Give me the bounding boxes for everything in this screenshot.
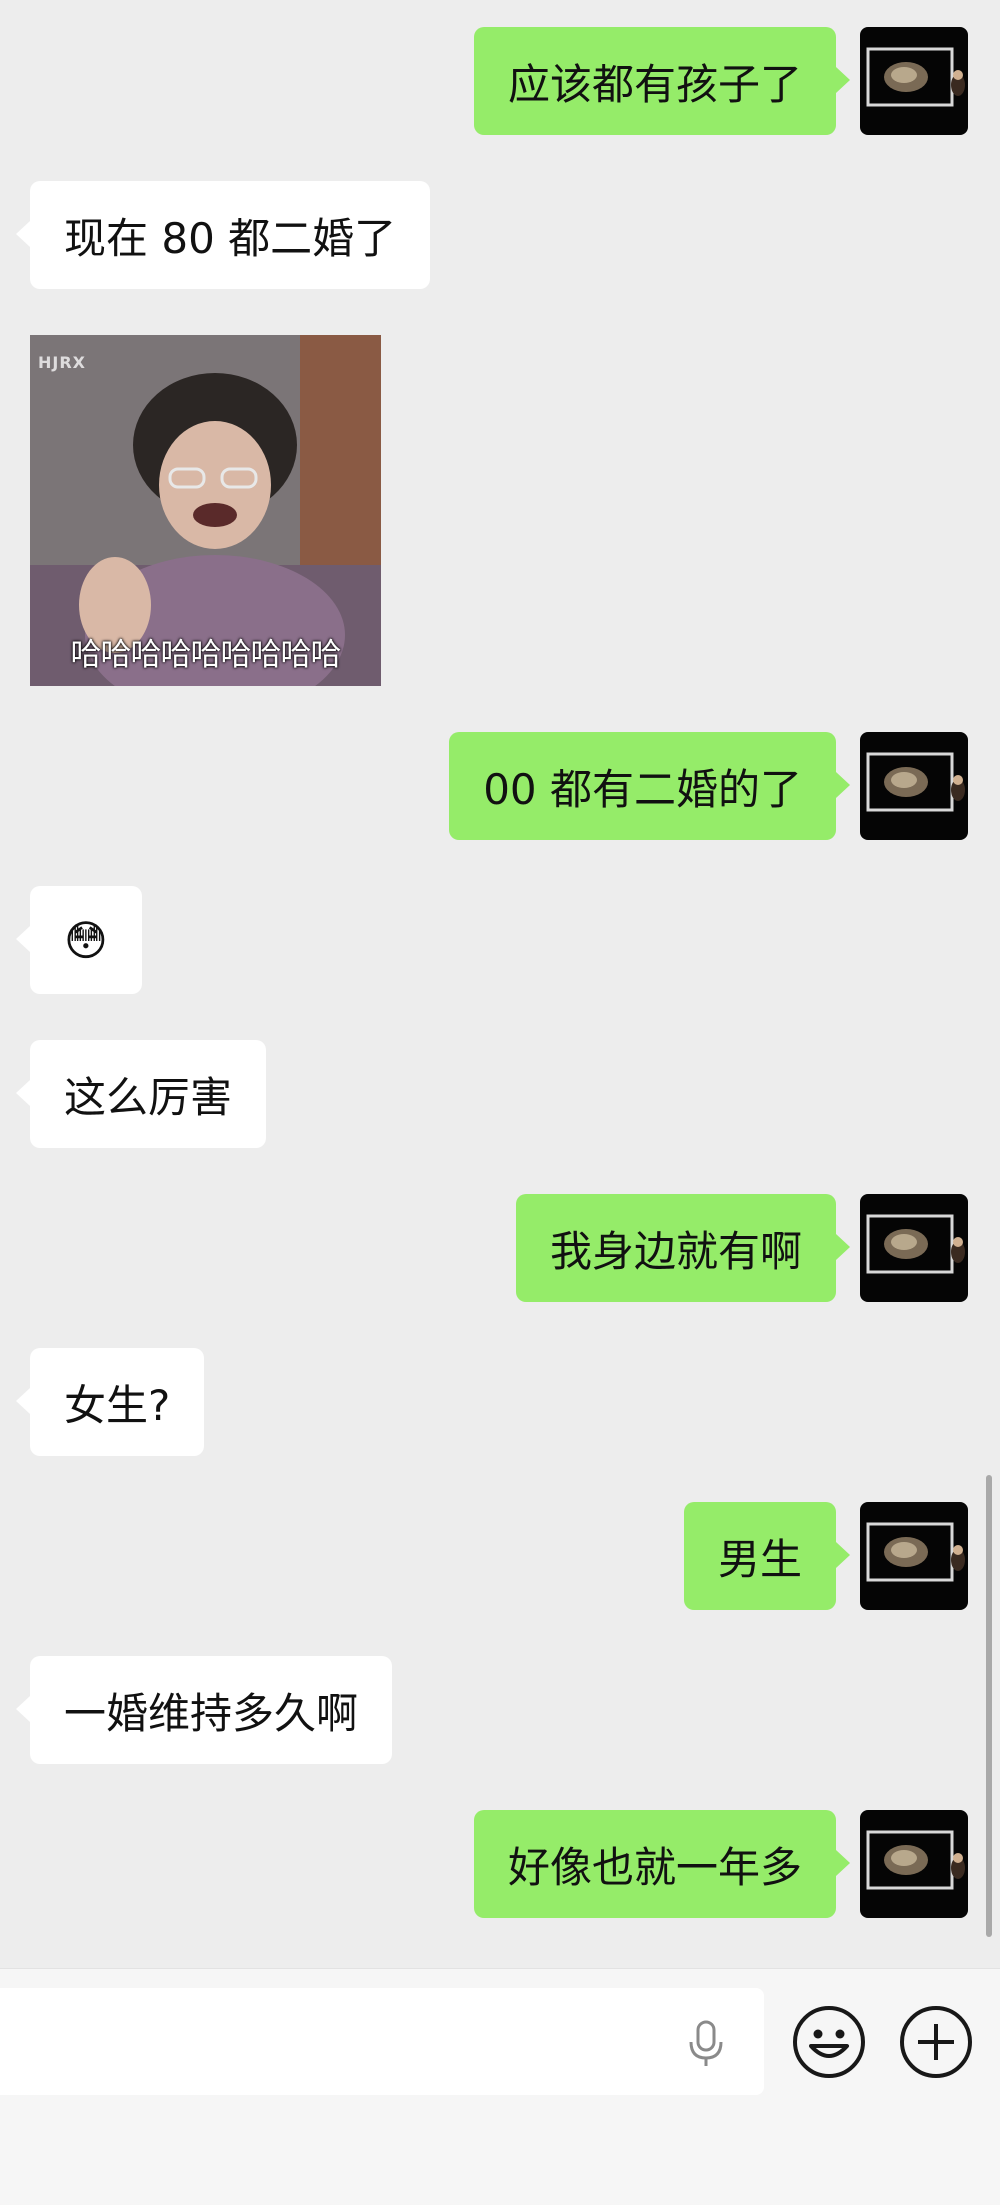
sticker-caption: 哈哈哈哈哈哈哈哈哈	[70, 637, 342, 673]
user-avatar[interactable]	[860, 1194, 968, 1302]
message-bubble-outgoing[interactable]: 男生	[683, 1502, 851, 1610]
message-bubble-outgoing[interactable]: 应该都有孩子了	[473, 27, 851, 135]
message-bubble-outgoing[interactable]: 好像也就一年多	[473, 1810, 851, 1918]
message-bubble-incoming[interactable]: 😳	[16, 886, 142, 994]
framed-photo-avatar-icon	[866, 1522, 965, 1582]
message-input[interactable]	[0, 1988, 764, 2095]
chat-scrollbar[interactable]	[986, 1475, 992, 1937]
message-bubble-outgoing[interactable]: 00 都有二婚的了	[449, 732, 850, 840]
message-bubble-incoming[interactable]: 现在 80 都二婚了	[15, 181, 431, 289]
voice-input-button[interactable]	[680, 2018, 732, 2070]
sticker-image[interactable]: HJRX 哈哈哈哈哈哈哈哈哈	[30, 335, 381, 686]
message-bubble-outgoing[interactable]: 我身边就有啊	[515, 1194, 851, 1302]
message-bubble-incoming[interactable]: 这么厉害	[15, 1040, 267, 1148]
message-text: 一婚维持多久啊	[64, 1688, 359, 1738]
message-text: 现在 80 都二婚了	[64, 213, 397, 263]
user-avatar[interactable]	[860, 27, 968, 135]
framed-photo-avatar-icon	[866, 752, 965, 812]
message-text: 男生	[717, 1534, 802, 1584]
user-avatar[interactable]	[860, 1810, 968, 1918]
message-text: 我身边就有啊	[549, 1226, 802, 1276]
message-bubble-incoming[interactable]: 女生?	[15, 1348, 205, 1456]
user-avatar[interactable]	[860, 1502, 968, 1610]
framed-photo-avatar-icon	[866, 47, 965, 107]
user-avatar[interactable]	[860, 732, 968, 840]
emoji-button[interactable]	[791, 2004, 867, 2080]
message-text: 00 都有二婚的了	[483, 764, 802, 814]
flushed-face-emoji: 😳	[64, 915, 108, 965]
sticker-watermark: HJRX	[38, 353, 86, 372]
framed-photo-avatar-icon	[866, 1830, 965, 1890]
message-text: 女生?	[64, 1380, 171, 1430]
message-text: 好像也就一年多	[507, 1842, 802, 1892]
more-button[interactable]	[898, 2004, 974, 2080]
message-text: 这么厉害	[64, 1072, 233, 1122]
plus-circle-icon	[900, 2006, 972, 2078]
message-bubble-incoming[interactable]: 一婚维持多久啊	[15, 1656, 393, 1764]
framed-photo-avatar-icon	[866, 1214, 965, 1274]
message-text: 应该都有孩子了	[507, 59, 802, 109]
microphone-icon	[689, 2020, 723, 2066]
smiley-face-icon	[793, 2006, 865, 2078]
